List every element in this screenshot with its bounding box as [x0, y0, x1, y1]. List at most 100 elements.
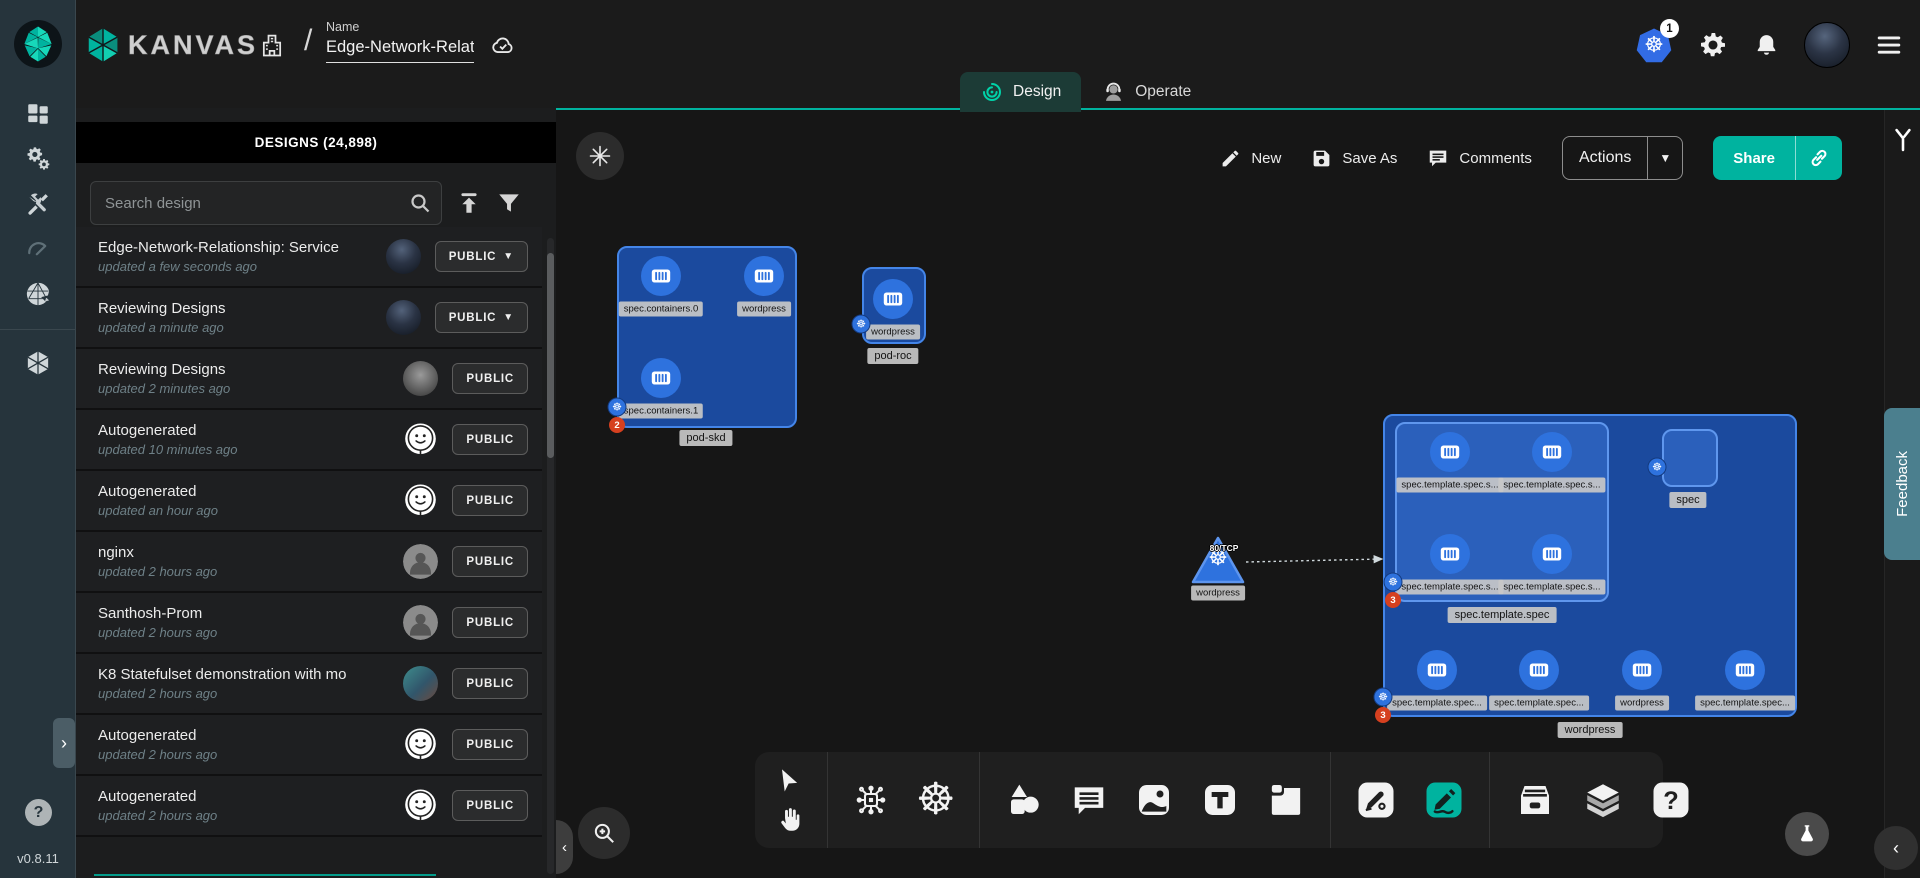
help-tool[interactable]: ?: [1650, 779, 1692, 821]
organization-icon[interactable]: [258, 30, 286, 60]
notifications-bell-icon[interactable]: [1753, 32, 1780, 59]
container-node[interactable]: [1417, 650, 1457, 690]
container-label-chip: spec.containers.0: [619, 302, 703, 317]
design-visibility-badge[interactable]: PUBLIC: [452, 424, 528, 455]
image-tool[interactable]: [1134, 780, 1174, 820]
merge-branch-icon[interactable]: [1889, 126, 1917, 154]
kubernetes-context-button[interactable]: ☸ 1: [1635, 26, 1673, 64]
design-visibility-badge[interactable]: PUBLIC: [452, 790, 528, 821]
design-title: Reviewing Designs: [98, 361, 389, 378]
design-visibility-badge[interactable]: PUBLIC: [452, 668, 528, 699]
kubernetes-mini-badge[interactable]: ☸: [1384, 573, 1403, 592]
design-name-input[interactable]: [326, 38, 474, 63]
sidebar-item-performance[interactable]: [18, 235, 58, 263]
container-node[interactable]: [1622, 650, 1662, 690]
kubernetes-count-badge: 1: [1660, 19, 1679, 38]
container-node[interactable]: [1519, 650, 1559, 690]
performance-icon: [24, 235, 52, 263]
sidebar-item-dashboard[interactable]: [18, 100, 58, 128]
group-node-spec[interactable]: [1662, 429, 1718, 487]
kubernetes-mini-badge[interactable]: ☸: [852, 315, 871, 334]
container-node[interactable]: [1430, 432, 1470, 472]
design-list-item[interactable]: Autogeneratedupdated 2 hours agoPUBLIC: [76, 715, 542, 776]
annotation-count-badge[interactable]: 3: [1385, 592, 1401, 608]
container-node[interactable]: [1430, 534, 1470, 574]
comment-tool[interactable]: [1070, 781, 1108, 819]
design-list-item[interactable]: Reviewing Designsupdated a minute agoPUB…: [76, 288, 542, 349]
kubernetes-mini-badge[interactable]: ☸: [1374, 688, 1393, 707]
publish-design-icon[interactable]: [456, 190, 482, 216]
design-list-item[interactable]: Autogeneratedupdated 10 minutes agoPUBLI…: [76, 410, 542, 471]
pan-tool[interactable]: [775, 805, 803, 833]
visibility-caret-icon[interactable]: ▼: [503, 251, 514, 262]
tab-operate[interactable]: Operate: [1081, 72, 1211, 112]
design-visibility-badge[interactable]: PUBLIC: [452, 363, 528, 394]
settings-gear-icon[interactable]: [1697, 29, 1729, 61]
design-search-input[interactable]: [90, 181, 442, 225]
design-visibility-label: PUBLIC: [466, 617, 514, 629]
container-node[interactable]: [641, 256, 681, 296]
feedback-tab[interactable]: Feedback: [1884, 408, 1920, 560]
hamburger-menu-icon[interactable]: [1874, 30, 1904, 60]
design-list-item[interactable]: Edge-Network-Relationship: Serviceupdate…: [76, 227, 542, 288]
design-list-item[interactable]: Santhosh-Promupdated 2 hours agoPUBLIC: [76, 593, 542, 654]
freehand-tool[interactable]: [1423, 779, 1465, 821]
design-list-item[interactable]: Reviewing Designsupdated 2 minutes agoPU…: [76, 349, 542, 410]
panel-collapse-button[interactable]: ‹: [556, 820, 573, 874]
design-visibility-badge[interactable]: PUBLIC: [452, 485, 528, 516]
text-tool[interactable]: [1200, 780, 1240, 820]
sidebar-item-lifecycle[interactable]: [18, 145, 58, 173]
design-visibility-badge[interactable]: PUBLIC: [452, 546, 528, 577]
design-list-item[interactable]: nginxupdated 2 hours ago PUBLIC: [76, 532, 542, 593]
container-node[interactable]: [641, 358, 681, 398]
user-avatar[interactable]: [1804, 22, 1850, 68]
note-tool[interactable]: [1266, 780, 1306, 820]
container-node[interactable]: [873, 279, 913, 319]
design-canvas[interactable]: New Save As Comments Actions ▼ Share: [556, 110, 1884, 878]
kubernetes-mini-badge[interactable]: ☸: [608, 398, 627, 417]
design-author-avatar: [403, 483, 438, 518]
rail-expand-button[interactable]: ›: [53, 718, 75, 768]
component-tool[interactable]: [852, 781, 890, 819]
design-visibility-badge[interactable]: PUBLIC▼: [435, 241, 528, 272]
container-node[interactable]: [1532, 534, 1572, 574]
design-list-item[interactable]: Autogeneratedupdated an hour agoPUBLIC: [76, 471, 542, 532]
design-item-text: nginxupdated 2 hours ago: [98, 544, 389, 579]
designs-scrollbar[interactable]: [547, 238, 554, 874]
design-list-item[interactable]: Autogeneratedupdated 2 hours agoPUBLIC: [76, 776, 542, 837]
sidebar-item-kanvas[interactable]: [18, 349, 58, 377]
help-button[interactable]: ?: [25, 799, 52, 826]
container-node[interactable]: [1532, 432, 1572, 472]
sidebar-item-toolkit[interactable]: [18, 190, 58, 218]
annotation-count-badge[interactable]: 2: [609, 417, 625, 433]
container-node[interactable]: [1725, 650, 1765, 690]
pen-tool[interactable]: [1355, 779, 1397, 821]
design-list-item[interactable]: K8 Statefulset demonstration with moupda…: [76, 654, 542, 715]
group-node-spec-template-spec[interactable]: [1395, 422, 1609, 602]
visibility-caret-icon[interactable]: ▼: [503, 312, 514, 323]
shapes-tool[interactable]: [1004, 780, 1044, 820]
layer5-logo[interactable]: [14, 20, 62, 68]
bottom-right-collapse-button[interactable]: ‹: [1874, 826, 1918, 870]
design-title: Santhosh-Prom: [98, 605, 389, 622]
kubernetes-tool[interactable]: ☸: [916, 778, 955, 822]
designs-scrollbar-thumb[interactable]: [547, 253, 554, 458]
tab-design[interactable]: Design: [960, 72, 1081, 112]
drawer-tool[interactable]: [1514, 779, 1556, 821]
design-visibility-badge[interactable]: PUBLIC: [452, 729, 528, 760]
annotation-count-badge[interactable]: 3: [1375, 707, 1391, 723]
container-label-chip: spec.template.spec.s...: [1498, 580, 1605, 595]
design-search: [90, 181, 442, 225]
design-visibility-badge[interactable]: PUBLIC▼: [435, 302, 528, 333]
kanvas-hexagon-icon[interactable]: [84, 26, 122, 64]
container-node[interactable]: [744, 256, 784, 296]
layers-tool[interactable]: [1582, 779, 1624, 821]
filter-icon[interactable]: [496, 190, 522, 216]
sidebar-item-extensions[interactable]: [18, 280, 58, 308]
kubernetes-mini-badge[interactable]: ☸: [1648, 458, 1667, 477]
experimental-flask-button[interactable]: [1785, 812, 1829, 856]
design-visibility-badge[interactable]: PUBLIC: [452, 607, 528, 638]
zoom-in-button[interactable]: [578, 807, 630, 859]
tab-design-label: Design: [1013, 83, 1061, 101]
select-tool[interactable]: [775, 767, 803, 795]
